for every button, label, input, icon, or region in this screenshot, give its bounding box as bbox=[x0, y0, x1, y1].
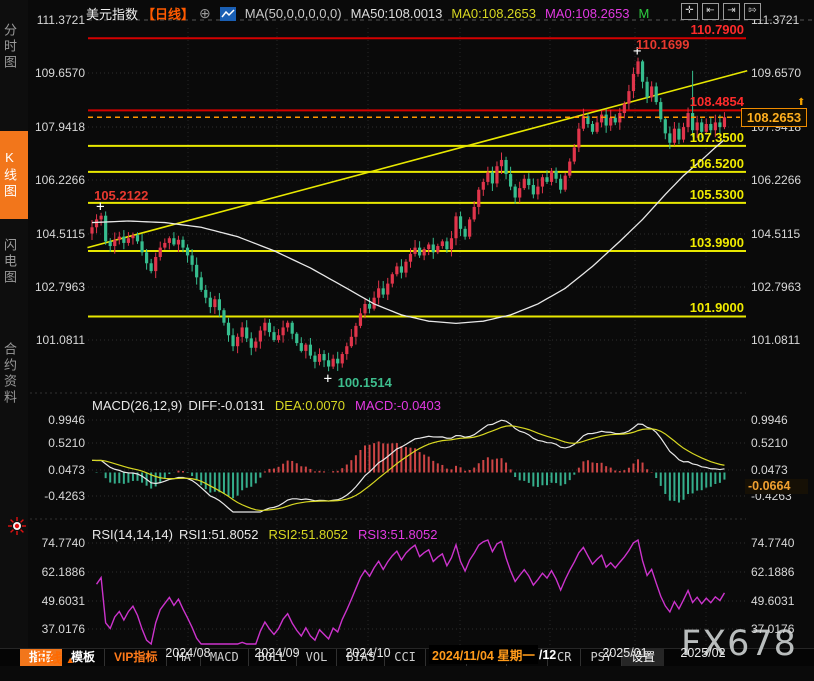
rsi-header: RSI(14,14,14) RSI1:51.8052 RSI2:51.8052 … bbox=[92, 527, 437, 542]
price-level-label[interactable]: 103.9900 bbox=[28, 235, 744, 250]
tooltip-date-label: 2024/11/04 星期一 bbox=[429, 645, 538, 664]
macd-dea-value: DEA:0.0070 bbox=[275, 398, 345, 413]
crosshair-date-tooltip: 2024/11/04 星期一 /12 bbox=[429, 645, 556, 664]
price-axis-tick-right: 101.0811 bbox=[751, 333, 813, 347]
price-level-label[interactable]: 110.7900 bbox=[28, 22, 744, 37]
x-axis-label: 2025/02 bbox=[675, 646, 731, 660]
price-level-label[interactable]: 108.4854 bbox=[28, 94, 744, 109]
covered-month-label: /12 bbox=[539, 648, 556, 662]
price-level-label[interactable]: 107.3500 bbox=[28, 130, 744, 145]
ma0-magenta-value-label: MA0:108.2653 bbox=[545, 6, 630, 21]
ma-truncated-label: M bbox=[639, 6, 650, 21]
macd-axis-tick-left: 0.5210 bbox=[28, 436, 85, 450]
period-tag[interactable]: 【日线】 bbox=[142, 4, 194, 23]
price-axis-tick-right: 102.7963 bbox=[751, 280, 813, 294]
macd-current-value-badge: -0.0664 bbox=[745, 479, 808, 494]
x-axis-label: 2024/09 bbox=[249, 646, 305, 660]
period-selector[interactable]: 日线 ▲ bbox=[35, 647, 75, 667]
price-axis-tick-left: 102.7963 bbox=[28, 280, 85, 294]
rsi1-value: RSI1:51.8052 bbox=[179, 527, 259, 542]
price-level-label[interactable]: 101.9000 bbox=[28, 300, 744, 315]
ma50-value-label: MA50:108.0013 bbox=[351, 6, 443, 21]
x-axis-label: 2024/08 bbox=[160, 646, 216, 660]
x-axis-label: 2024/10 bbox=[340, 646, 396, 660]
rsi3-value: RSI3:51.8052 bbox=[358, 527, 438, 542]
price-level-label[interactable]: 106.5200 bbox=[28, 156, 744, 171]
chart-toolbar-icons: ✛⇤⇥⇰ bbox=[681, 3, 761, 20]
rsi-axis-tick-left: 49.6031 bbox=[28, 594, 85, 608]
rsi-axis-tick-left: 74.7740 bbox=[28, 536, 85, 550]
macd-axis-tick-left: 0.9946 bbox=[28, 413, 85, 427]
macd-header: MACD(26,12,9) DIFF:-0.0131 DEA:0.0070 MA… bbox=[92, 398, 441, 413]
period-label: 日线 bbox=[35, 651, 62, 666]
macd-axis-tick-right: 0.9946 bbox=[751, 413, 813, 427]
pan-icon[interactable]: ✛ bbox=[681, 3, 698, 20]
rsi-axis-tick-right: 62.1886 bbox=[751, 565, 813, 579]
ma0-yellow-value-label: MA0:108.2653 bbox=[451, 6, 536, 21]
expand-icon[interactable]: ⊕ bbox=[199, 5, 211, 22]
period-arrow-icon: ▲ bbox=[66, 655, 75, 665]
ma-definition-label: MA(50,0,0,0,0,0) bbox=[245, 6, 342, 21]
price-axis-tick-right: 104.5115 bbox=[751, 227, 813, 241]
rsi-definition-label: RSI(14,14,14) bbox=[92, 527, 173, 542]
price-up-arrow-icon: ⬆ bbox=[797, 97, 805, 108]
price-axis-tick-left: 106.2266 bbox=[28, 173, 85, 187]
price-axis-tick-left: 101.0811 bbox=[28, 333, 85, 347]
zoom-in-axis-icon[interactable]: ⇥ bbox=[723, 3, 740, 20]
price-axis-tick-right: 106.2266 bbox=[751, 173, 813, 187]
macd-axis-tick-left: 0.0473 bbox=[28, 463, 85, 477]
price-annotation: 110.1699 bbox=[636, 37, 690, 52]
price-axis-tick-right: 109.6570 bbox=[751, 66, 813, 80]
rsi-axis-tick-right: 37.0176 bbox=[751, 622, 813, 636]
macd-definition-label: MACD(26,12,9) bbox=[92, 398, 182, 413]
chart-header: 美元指数 【日线】 ⊕ MA(50,0,0,0,0,0) MA50:108.00… bbox=[86, 4, 649, 23]
price-axis-tick-left: 109.6570 bbox=[28, 66, 85, 80]
svg-text:+: + bbox=[324, 371, 332, 387]
rsi-axis-tick-right: 49.6031 bbox=[751, 594, 813, 608]
macd-diff-value: DIFF:-0.0131 bbox=[188, 398, 265, 413]
price-annotation: 100.1514 bbox=[338, 375, 392, 390]
price-annotation: 105.2122 bbox=[94, 188, 148, 203]
rsi-axis-tick-left: 62.1886 bbox=[28, 565, 85, 579]
shift-right-icon[interactable]: ⇰ bbox=[744, 3, 761, 20]
chart-type-icon[interactable] bbox=[220, 7, 236, 21]
x-axis-label: 2025/01 bbox=[597, 646, 653, 660]
live-indicator-icon bbox=[8, 517, 26, 535]
zoom-out-axis-icon[interactable]: ⇤ bbox=[702, 3, 719, 20]
chart-application: { "window": {"symbol":"美元指数","period_tag… bbox=[0, 0, 814, 681]
macd-axis-tick-right: 0.5210 bbox=[751, 436, 813, 450]
rsi-axis-tick-right: 74.7740 bbox=[751, 536, 813, 550]
rsi2-value: RSI2:51.8052 bbox=[268, 527, 348, 542]
macd-axis-tick-left: -0.4263 bbox=[28, 489, 85, 503]
macd-macd-value: MACD:-0.0403 bbox=[355, 398, 441, 413]
macd-axis-tick-right: 0.0473 bbox=[751, 463, 813, 477]
rsi-axis-tick-left: 37.0176 bbox=[28, 622, 85, 636]
symbol-title: 美元指数 bbox=[86, 4, 138, 23]
current-price-badge[interactable]: 108.2653 bbox=[741, 108, 807, 127]
